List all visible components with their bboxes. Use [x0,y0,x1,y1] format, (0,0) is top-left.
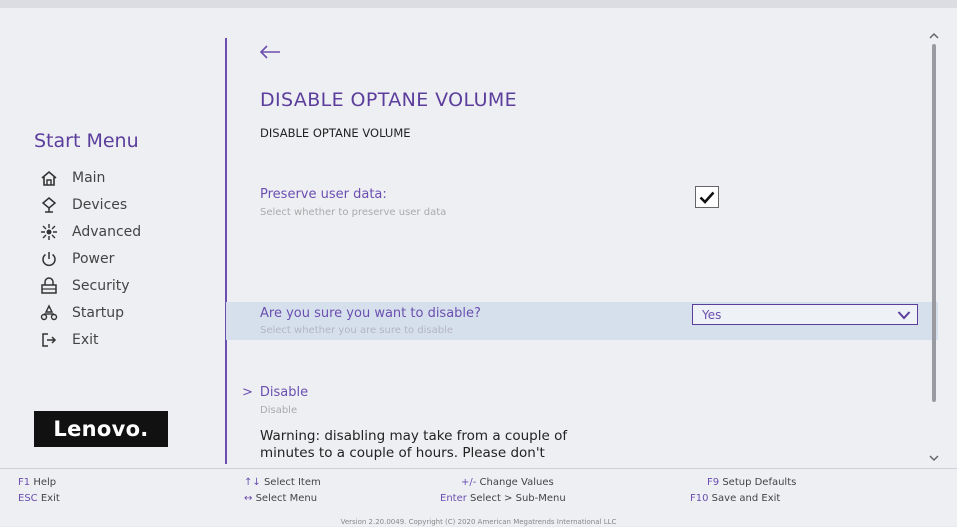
warning-text: Warning: disabling may take from a coupl… [260,428,660,462]
sidebar-item-advanced[interactable]: Advanced [40,218,141,245]
footer-change-values: +/- Change Values [461,477,554,488]
sidebar-item-label: Startup [72,304,124,321]
sidebar-item-label: Security [72,277,130,294]
sidebar-item-startup[interactable]: Startup [40,299,141,326]
home-icon [40,169,58,187]
devices-icon [40,196,58,214]
warning-line: Warning: disabling may take from a coupl… [260,428,568,444]
footer-help: F1 Help [18,477,57,488]
confirm-disable-help: Select whether you are sure to disable [260,325,454,336]
footer-submenu: Enter Select > Sub-Menu [440,493,566,504]
footer-select-menu: ↔ Select Menu [244,493,318,504]
preserve-user-data-label[interactable]: Preserve user data: [260,187,387,202]
chevron-down-icon [897,310,911,319]
startup-icon [40,303,58,322]
bios-screen: Start Menu Main Devices Advanced Power S… [0,0,957,526]
disable-action-label: Disable [259,385,309,400]
sidebar: Start Menu Main Devices Advanced Power S… [0,0,226,468]
lenovo-logo: Lenovo. [34,411,168,447]
preserve-user-data-help: Select whether to preserve user data [260,207,447,218]
sidebar-item-label: Main [72,169,106,186]
confirm-disable-select[interactable]: Yes [692,304,918,325]
scroll-thumb[interactable] [932,44,936,402]
scroll-down-icon[interactable] [929,454,939,462]
disable-action-help: Disable [260,405,298,416]
sidebar-item-exit[interactable]: Exit [40,326,141,353]
power-icon [40,250,58,268]
footer-select-item: ↑↓ Select Item [244,477,321,488]
preserve-user-data-checkbox[interactable] [695,186,719,208]
sidebar-item-main[interactable]: Main [40,164,141,191]
main-panel: DISABLE OPTANE VOLUME DISABLE OPTANE VOL… [226,0,941,468]
sidebar-item-label: Advanced [72,223,142,240]
exit-icon [40,331,58,349]
start-menu-title: Start Menu [34,130,139,152]
checkmark-icon [699,191,715,204]
back-arrow-icon[interactable] [259,44,281,60]
footer-setup-defaults: F9 Setup Defaults [707,477,797,488]
confirm-disable-value: Yes [702,307,722,322]
footer-save-exit: F10 Save and Exit [690,493,781,504]
sidebar-item-devices[interactable]: Devices [40,191,141,218]
vertical-scrollbar[interactable] [928,30,940,466]
version-text: Version 2.20.0049. Copyright (C) 2020 Am… [340,518,617,526]
security-icon [40,276,58,295]
advanced-icon [40,223,58,241]
sidebar-item-label: Devices [72,196,128,213]
sidebar-item-security[interactable]: Security [40,272,141,299]
sidebar-item-label: Power [72,250,115,267]
page-subtitle: DISABLE OPTANE VOLUME [260,126,411,140]
submenu-chevron-icon: > [242,385,253,400]
scroll-up-icon[interactable] [929,32,939,40]
warning-line: minutes to a couple of hours. Please don… [260,445,545,461]
disable-action[interactable]: > Disable [242,385,308,400]
page-title: DISABLE OPTANE VOLUME [260,89,518,111]
footer-help-bar: F1 Help ESC Exit ↑↓ Select Item ↔ Select… [0,468,957,527]
sidebar-item-label: Exit [72,331,99,348]
confirm-disable-label[interactable]: Are you sure you want to disable? [260,306,481,321]
sidebar-item-power[interactable]: Power [40,245,141,272]
footer-exit: ESC Exit [18,493,60,504]
start-menu: Main Devices Advanced Power Security Sta… [40,164,141,353]
